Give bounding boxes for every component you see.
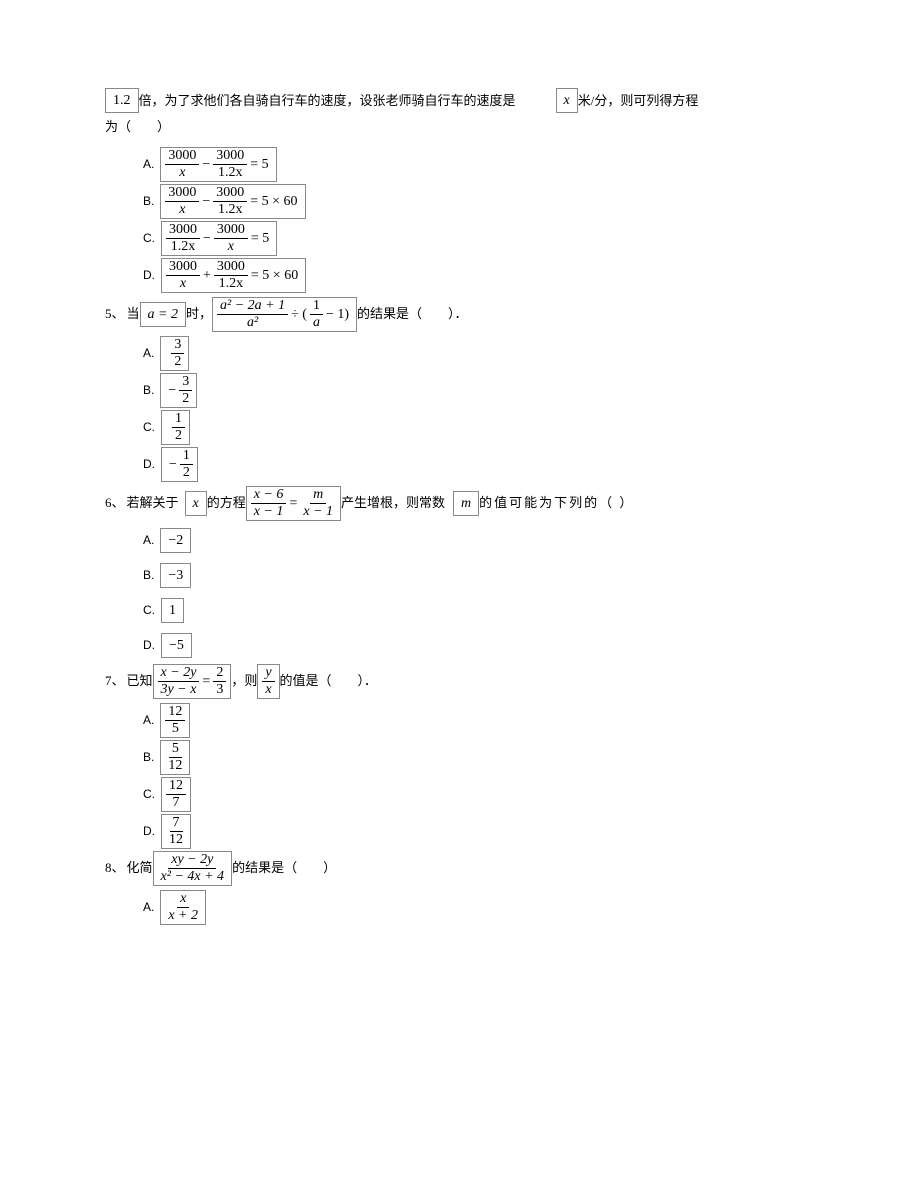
q6-var2: m [453,491,479,516]
q4c-expr: 30001.2x − 3000x = 5 [161,221,277,256]
q8-stem: 8、 化简 xy − 2yx² − 4x + 4 的结果是（ ） [105,851,820,886]
option-label: A. [143,711,154,729]
q7-stem: 7、 已知 x − 2y3y − x = 23 ，则 yx 的值是（ ）． [105,664,820,699]
q7-option-d[interactable]: D. 712 [105,814,820,849]
option-label: D. [143,455,155,473]
q6-eqn: x − 6x − 1 = mx − 1 [246,486,341,521]
q5-t2: 时， [186,304,212,324]
option-label: B. [143,566,154,584]
q6-t4: 的值可能为下列的（ ） [479,493,634,513]
q4b-expr: 3000x − 30001.2x = 5 × 60 [160,184,305,219]
q6c-expr: 1 [161,598,184,623]
option-label: A. [143,898,154,916]
q6-number: 6、 [105,493,125,513]
q5-t1: 当 [127,304,140,324]
q5-option-b[interactable]: B. −32 [105,373,820,408]
q8-number: 8、 [105,858,125,878]
option-label: C. [143,785,155,803]
q6b-expr: −3 [160,563,191,588]
q6-option-c[interactable]: C. 1 [105,598,820,623]
q7d-expr: 712 [161,814,191,849]
q5a-expr: 32 [160,336,189,371]
q5-stem: 5、 当 a = 2 时， a² − 2a + 1a² ÷ ( 1a − 1) … [105,297,820,332]
q7a-expr: 125 [160,703,190,738]
intro-text3: 为（ ） [105,117,170,137]
q4-option-d[interactable]: D. 3000x + 30001.2x = 5 × 60 [105,258,820,293]
q4-option-c[interactable]: C. 30001.2x − 3000x = 5 [105,221,820,256]
q7c-expr: 127 [161,777,191,812]
q7-yx: yx [257,664,279,699]
q5b-expr: −32 [160,373,197,408]
q4-intro-line1: 1.2 倍，为了求他们各自骑自行车的速度，设张老师骑自行车的速度是 x 米/分，… [105,88,820,113]
q8a-expr: xx + 2 [160,890,206,925]
q8-t1: 化简 [127,858,153,878]
q7-option-a[interactable]: A. 125 [105,703,820,738]
q4-intro-line2: 为（ ） [105,117,820,137]
intro-prefix: 1.2 [105,88,139,113]
q4a-expr: 3000x − 30001.2x = 5 [160,147,276,182]
option-label: B. [143,748,154,766]
intro-text2: 米/分，则可列得方程 [578,91,699,111]
q5-option-d[interactable]: D. −12 [105,447,820,482]
q8-option-a[interactable]: A. xx + 2 [105,890,820,925]
q7b-expr: 512 [160,740,190,775]
intro-text1: 倍，为了求他们各自骑自行车的速度，设张老师骑自行车的速度是 [139,91,516,111]
q7-eqn: x − 2y3y − x = 23 [153,664,232,699]
option-label: C. [143,418,155,436]
intro-var: x [556,88,578,113]
q6d-expr: −5 [161,633,192,658]
q4-option-b[interactable]: B. 3000x − 30001.2x = 5 × 60 [105,184,820,219]
q5-cond: a = 2 [140,302,186,327]
q4-option-a[interactable]: A. 3000x − 30001.2x = 5 [105,147,820,182]
q6-stem: 6、 若解关于 x 的方程 x − 6x − 1 = mx − 1 产生增根，则… [105,486,820,521]
q6-t3: 产生增根，则常数 [341,493,445,513]
option-label: D. [143,266,155,284]
q5-expr: a² − 2a + 1a² ÷ ( 1a − 1) [212,297,357,332]
option-label: A. [143,155,154,173]
q4d-expr: 3000x + 30001.2x = 5 × 60 [161,258,306,293]
q5d-expr: −12 [161,447,198,482]
option-label: C. [143,601,155,619]
q5-number: 5、 [105,304,125,324]
q6-option-a[interactable]: A. −2 [105,528,820,553]
q7-option-b[interactable]: B. 512 [105,740,820,775]
q6-t1: 若解关于 [127,493,179,513]
q7-t2: ，则 [231,671,257,691]
option-label: D. [143,822,155,840]
q6-t2: 的方程 [207,493,246,513]
q7-number: 7、 [105,671,125,691]
q5-t3: 的结果是（ ）． [357,304,468,324]
q8-t2: 的结果是（ ） [232,858,336,878]
q5-option-a[interactable]: A. 32 [105,336,820,371]
q7-option-c[interactable]: C. 127 [105,777,820,812]
q6a-expr: −2 [160,528,191,553]
q5-option-c[interactable]: C. 12 [105,410,820,445]
option-label: B. [143,192,154,210]
option-label: D. [143,636,155,654]
q6-option-b[interactable]: B. −3 [105,563,820,588]
q5c-expr: 12 [161,410,190,445]
option-label: C. [143,229,155,247]
q8-expr: xy − 2yx² − 4x + 4 [153,851,233,886]
q6-option-d[interactable]: D. −5 [105,633,820,658]
option-label: A. [143,344,154,362]
option-label: A. [143,531,154,549]
q6-var1: x [185,491,207,516]
q7-t3: 的值是（ ）． [280,671,378,691]
option-label: B. [143,381,154,399]
q7-t1: 已知 [127,671,153,691]
